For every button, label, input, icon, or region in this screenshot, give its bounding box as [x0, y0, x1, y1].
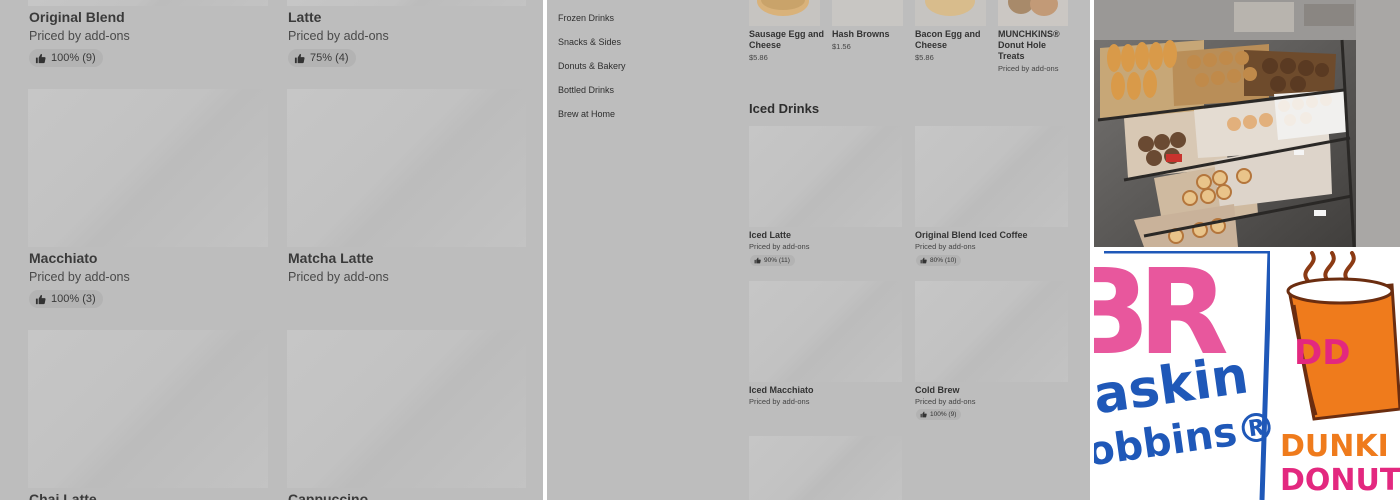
nav-item-snacks-sides[interactable]: Snacks & Sides [558, 37, 621, 47]
item-title-latte[interactable]: Latte [288, 9, 321, 25]
item-price-munchkins: Priced by add-ons [998, 64, 1059, 73]
item-price-original-blend: Priced by add-ons [29, 29, 130, 43]
item-image-munchkins[interactable] [998, 0, 1068, 26]
donut-display-case-photo [1094, 0, 1400, 247]
thumbs-up-icon [920, 411, 927, 418]
item-price-iced-latte: Priced by add-ons [749, 242, 810, 251]
section-title-iced-drinks: Iced Drinks [749, 101, 820, 116]
item-title-bacon-egg-cheese[interactable]: Bacon Egg and Cheese [915, 29, 991, 51]
middle-menu-panel: Frozen Drinks Snacks & Sides Donuts & Ba… [547, 0, 1090, 500]
item-price-matcha-latte: Priced by add-ons [288, 270, 389, 284]
item-image-chai-latte[interactable] [28, 330, 268, 488]
nav-item-bottled-drinks[interactable]: Bottled Drinks [558, 85, 614, 95]
item-image-sausage-egg-cheese[interactable] [749, 0, 820, 26]
dunkin-donuts-logo: DD DUNKI DONUT [1280, 251, 1400, 500]
item-title-hash-browns[interactable]: Hash Browns [832, 29, 908, 40]
rating-text: 100% (9) [930, 411, 957, 418]
nav-item-donuts-bakery[interactable]: Donuts & Bakery [558, 61, 626, 71]
item-image-hash-browns[interactable] [832, 0, 903, 26]
item-image-iced-macchiato[interactable] [749, 281, 902, 382]
item-title-sausage-egg-cheese[interactable]: Sausage Egg and Cheese [749, 29, 825, 51]
item-price-cold-brew: Priced by add-ons [915, 397, 976, 406]
item-image-cold-brew[interactable] [915, 281, 1068, 382]
item-price-hash-browns: $1.56 [832, 42, 851, 51]
item-image-macchiato[interactable] [28, 89, 268, 247]
rating-badge: 90% (11) [750, 255, 795, 266]
item-title-matcha-latte[interactable]: Matcha Latte [288, 250, 374, 266]
nav-item-frozen-drinks[interactable]: Frozen Drinks [558, 13, 614, 23]
rating-text: 75% (4) [310, 52, 349, 64]
item-title-munchkins[interactable]: MUNCHKINS® Donut Hole Treats [998, 29, 1070, 62]
item-image-iced-latte[interactable] [749, 126, 902, 227]
rating-text: 100% (3) [51, 293, 96, 305]
item-title-iced-macchiato[interactable]: Iced Macchiato [749, 385, 814, 396]
brand-logos-image: BR askin obbins® DD DUNKI DONUT [1094, 251, 1400, 500]
item-image-cappuccino[interactable] [287, 330, 526, 488]
item-title-cold-brew[interactable]: Cold Brew [915, 385, 960, 396]
rating-badge: 75% (4) [288, 49, 356, 67]
left-menu-panel: Original Blend Priced by add-ons 100% (9… [0, 0, 543, 500]
thumbs-up-icon [35, 294, 46, 304]
item-image-latte[interactable] [287, 0, 526, 6]
item-image-original-blend[interactable] [28, 0, 268, 6]
rating-text: 80% (10) [930, 257, 957, 264]
item-title-macchiato[interactable]: Macchiato [29, 250, 97, 266]
rating-badge: 80% (10) [916, 255, 962, 266]
nav-item-brew-at-home[interactable]: Brew at Home [558, 109, 615, 119]
thumbs-up-icon [294, 53, 305, 63]
right-image-panel: BR askin obbins® DD DUNKI DONUT [1094, 0, 1400, 500]
item-price-macchiato: Priced by add-ons [29, 270, 130, 284]
item-price-sausage-egg-cheese: $5.86 [749, 53, 768, 62]
dd-text-line-2: DONUT [1280, 463, 1400, 498]
item-price-bacon-egg-cheese: $5.86 [915, 53, 934, 62]
dd-text-line-1: DUNKI [1280, 429, 1389, 464]
item-title-original-blend-iced-coffee[interactable]: Original Blend Iced Coffee [915, 230, 1028, 241]
thumbs-up-icon [754, 257, 761, 264]
thumbs-up-icon [920, 257, 927, 264]
rating-badge: 100% (9) [916, 409, 962, 420]
dd-cup-letters: DD [1294, 333, 1351, 373]
baskin-robbins-logo: BR askin obbins® [1094, 251, 1279, 500]
item-image-next[interactable] [749, 436, 902, 500]
rating-text: 90% (11) [764, 257, 790, 264]
item-title-cappuccino[interactable]: Cappuccino [288, 491, 368, 500]
rating-badge: 100% (9) [29, 49, 103, 67]
item-title-chai-latte[interactable]: Chai Latte [29, 491, 97, 500]
item-title-original-blend[interactable]: Original Blend [29, 9, 125, 25]
item-price-iced-macchiato: Priced by add-ons [749, 397, 810, 406]
item-price-original-blend-iced-coffee: Priced by add-ons [915, 242, 976, 251]
item-image-matcha-latte[interactable] [287, 89, 526, 247]
item-title-iced-latte[interactable]: Iced Latte [749, 230, 791, 241]
thumbs-up-icon [35, 53, 46, 63]
item-image-bacon-egg-cheese[interactable] [915, 0, 986, 26]
rating-badge: 100% (3) [29, 290, 103, 308]
item-image-original-blend-iced-coffee[interactable] [915, 126, 1068, 227]
rating-text: 100% (9) [51, 52, 96, 64]
item-price-latte: Priced by add-ons [288, 29, 389, 43]
